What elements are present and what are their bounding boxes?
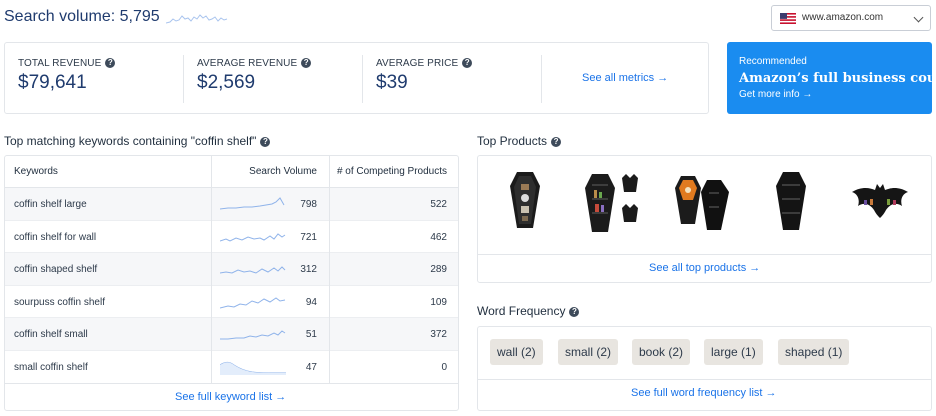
- word-chip[interactable]: large (1): [704, 339, 763, 365]
- trend-sparkline: [220, 297, 286, 309]
- competing-products-cell: 372: [430, 329, 447, 341]
- help-icon[interactable]: ?: [569, 306, 580, 317]
- help-icon[interactable]: ?: [551, 136, 562, 147]
- marketplace-label: www.amazon.com: [802, 12, 884, 23]
- word-frequency-card: wall (2) small (2) book (2) large (1) sh…: [477, 326, 932, 411]
- word-chip[interactable]: wall (2): [490, 339, 543, 365]
- word-frequency-section-title: Word Frequency?: [477, 304, 580, 318]
- competing-products-cell: 289: [430, 264, 447, 276]
- marketplace-select[interactable]: www.amazon.com: [771, 5, 931, 31]
- word-chip[interactable]: small (2): [558, 339, 619, 365]
- search-volume-cell: 47: [305, 362, 317, 373]
- table-row[interactable]: coffin shelf small 51 372: [5, 318, 458, 351]
- keywords-title: Top matching keywords containing "coffin…: [4, 134, 257, 148]
- total-revenue-label: TOTAL REVENUE: [18, 58, 102, 69]
- top-products-title: Top Products: [477, 134, 548, 148]
- word-chip[interactable]: shaped (1): [778, 339, 850, 365]
- total-revenue-value: $79,641: [18, 72, 87, 93]
- competing-products-cell: 522: [430, 199, 447, 210]
- metrics-card: TOTAL REVENUE? $79,641 AVERAGE REVENUE? …: [4, 42, 709, 114]
- column-divider: [211, 156, 212, 384]
- help-icon[interactable]: ?: [105, 58, 116, 69]
- see-full-word-frequency-link[interactable]: See full word frequency list →: [631, 387, 777, 399]
- see-all-top-products-link[interactable]: See all top products →: [649, 262, 760, 274]
- table-row[interactable]: small coffin shelf 47 0: [5, 351, 458, 384]
- trend-sparkline: [220, 266, 286, 274]
- search-volume-cell: 312: [300, 264, 317, 276]
- average-price-value: $39: [376, 72, 408, 93]
- search-volume-cell: 798: [300, 199, 317, 210]
- competing-products-cell: 0: [441, 362, 447, 373]
- word-frequency-title: Word Frequency: [477, 304, 566, 318]
- promo-banner[interactable]: Recommended Amazon’s full business cours…: [727, 42, 936, 114]
- search-volume-value: 5,795: [119, 8, 160, 25]
- us-flag-icon: [780, 13, 796, 24]
- see-all-metrics-link[interactable]: See all metrics →: [582, 72, 668, 84]
- product-image[interactable]: [850, 182, 910, 220]
- keyword-cell[interactable]: sourpuss coffin shelf: [14, 297, 105, 308]
- promo-tag: Recommended: [739, 56, 807, 67]
- keyword-cell[interactable]: small coffin shelf: [14, 362, 88, 373]
- word-chip[interactable]: book (2): [632, 339, 691, 365]
- product-image[interactable]: [582, 170, 646, 234]
- product-image[interactable]: [673, 170, 731, 232]
- column-header-competing-products[interactable]: # of Competing Products: [337, 166, 447, 177]
- keyword-cell[interactable]: coffin shelf large: [14, 199, 87, 210]
- competing-products-cell: 109: [430, 296, 447, 308]
- divider: [541, 55, 542, 103]
- search-volume-label: Search volume:: [4, 8, 116, 25]
- average-revenue-metric: AVERAGE REVENUE? $2,569: [184, 43, 362, 113]
- column-divider: [329, 156, 330, 384]
- search-volume-title: Search volume: 5,795: [4, 8, 160, 26]
- average-revenue-label: AVERAGE REVENUE: [197, 58, 298, 69]
- average-revenue-value: $2,569: [197, 72, 256, 93]
- average-price-label: AVERAGE PRICE: [376, 58, 459, 69]
- divider: [478, 379, 931, 380]
- product-image[interactable]: [774, 170, 808, 232]
- keywords-table: Keywords Search Volume # of Competing Pr…: [4, 155, 459, 411]
- competing-products-cell: 462: [430, 231, 447, 243]
- top-products-section-title: Top Products?: [477, 134, 562, 148]
- table-row[interactable]: coffin shaped shelf 312 289: [5, 253, 458, 286]
- average-price-metric: AVERAGE PRICE? $39: [363, 43, 541, 113]
- column-header-keywords[interactable]: Keywords: [14, 166, 58, 177]
- table-row[interactable]: sourpuss coffin shelf 94 109: [5, 286, 458, 319]
- keyword-cell[interactable]: coffin shelf for wall: [14, 232, 96, 243]
- table-row[interactable]: coffin shelf large 798 522: [5, 188, 458, 221]
- total-revenue-metric: TOTAL REVENUE? $79,641: [5, 43, 183, 113]
- chevron-down-icon: [913, 12, 924, 23]
- trend-sparkline: [220, 361, 286, 375]
- help-icon[interactable]: ?: [260, 136, 271, 147]
- divider: [478, 254, 931, 255]
- promo-title: Amazon’s full business course: [739, 71, 936, 86]
- column-header-search-volume[interactable]: Search Volume: [249, 166, 317, 177]
- search-volume-sparkline: [166, 14, 228, 24]
- divider: [5, 383, 458, 384]
- keyword-cell[interactable]: coffin shaped shelf: [14, 264, 97, 275]
- table-header: Keywords Search Volume # of Competing Pr…: [5, 156, 458, 188]
- table-row[interactable]: coffin shelf for wall 721 462: [5, 221, 458, 254]
- search-volume-cell: 94: [305, 296, 317, 308]
- trend-sparkline: [220, 232, 286, 242]
- help-icon[interactable]: ?: [462, 58, 473, 69]
- trend-sparkline: [220, 197, 285, 210]
- search-volume-cell: 721: [300, 231, 317, 243]
- top-products-card: See all top products →: [477, 155, 932, 283]
- help-icon[interactable]: ?: [301, 58, 312, 69]
- trend-sparkline: [220, 330, 286, 340]
- keyword-cell[interactable]: coffin shelf small: [14, 329, 88, 340]
- search-volume-cell: 51: [305, 329, 317, 341]
- keywords-section-title: Top matching keywords containing "coffin…: [4, 134, 271, 148]
- promo-link[interactable]: Get more info →: [739, 89, 812, 100]
- product-image[interactable]: [508, 170, 542, 230]
- see-full-keyword-list-link[interactable]: See full keyword list →: [175, 391, 286, 403]
